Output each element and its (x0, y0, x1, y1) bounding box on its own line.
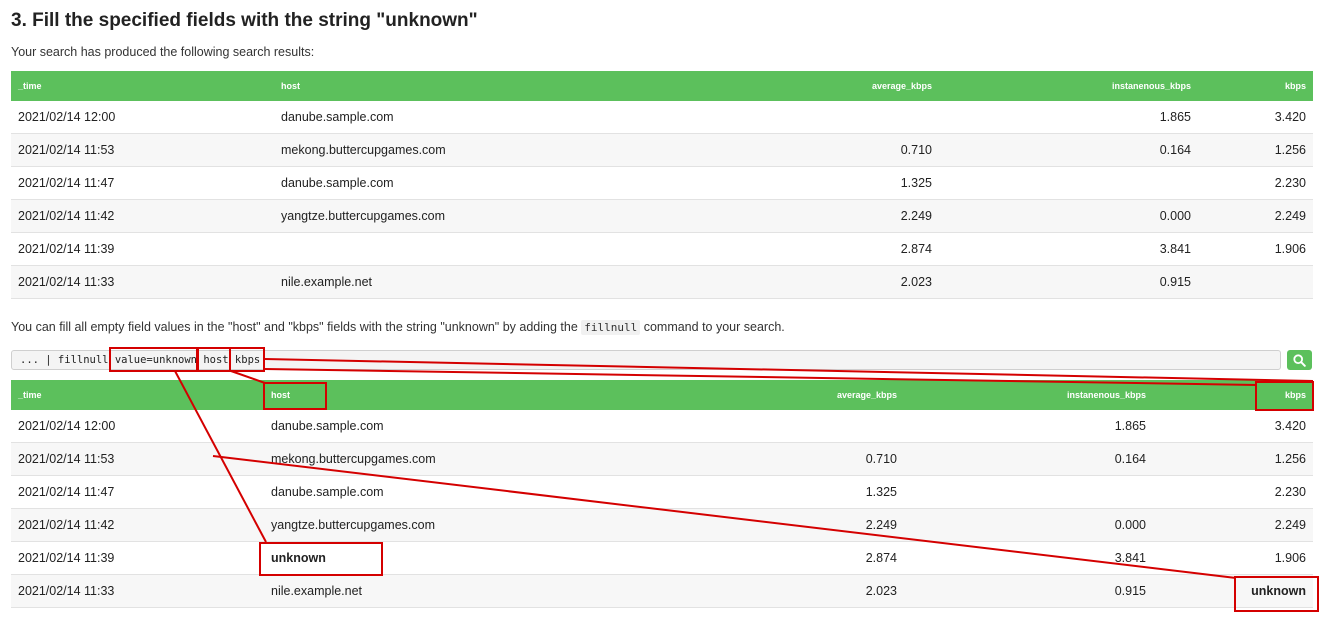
cell-time: 2021/02/14 11:39 (11, 541, 264, 575)
table-row: 2021/02/14 11:33 nile.example.net 2.023 0.9… (11, 574, 1313, 608)
cell-average-kbps: 2.874 (577, 232, 939, 266)
cell-instanenous-kbps: 3.841 (939, 232, 1198, 266)
cell-average-kbps: 2.249 (542, 508, 904, 542)
column-header-average-kbps[interactable]: average_kbps (577, 71, 939, 101)
cell-kbps: unknown (1153, 574, 1313, 608)
cell-host: mekong.buttercupgames.com (274, 133, 577, 167)
cell-instanenous-kbps: 0.000 (904, 508, 1153, 542)
cell-kbps: 1.256 (1198, 133, 1313, 167)
cell-time: 2021/02/14 11:33 (11, 265, 274, 299)
column-header-host[interactable]: host (274, 71, 577, 101)
cell-instanenous-kbps: 0.164 (939, 133, 1198, 167)
column-header-kbps[interactable]: kbps (1198, 71, 1313, 101)
table-row: 2021/02/14 11:42 yangtze.buttercupgames.c… (11, 199, 1313, 233)
results-table-after: _time host average_kbps instanenous_kbps… (11, 380, 1313, 608)
column-header-time[interactable]: _time (11, 71, 274, 101)
table-row: 2021/02/14 11:33 nile.example.net 2.023 0.9… (11, 265, 1313, 299)
cell-time: 2021/02/14 11:53 (11, 442, 264, 476)
results-table-before: _time host average_kbps instanenous_kbps… (11, 71, 1313, 299)
cell-instanenous-kbps: 3.841 (904, 541, 1153, 575)
cell-average-kbps: 2.023 (577, 265, 939, 299)
cell-time: 2021/02/14 12:00 (11, 410, 264, 443)
cell-host: danube.sample.com (264, 410, 542, 443)
column-header-kbps[interactable]: kbps (1153, 380, 1313, 410)
cell-kbps: 2.230 (1153, 475, 1313, 509)
section-title: 3. Fill the specified fields with the st… (11, 10, 478, 31)
table-header-row: _time host average_kbps instanenous_kbps… (11, 380, 1313, 410)
cell-time: 2021/02/14 11:33 (11, 574, 264, 608)
cell-time: 2021/02/14 11:47 (11, 475, 264, 509)
cell-time: 2021/02/14 11:39 (11, 232, 274, 266)
cell-host: unknown (264, 541, 542, 575)
table-row: 2021/02/14 11:53 mekong.buttercupgames.co… (11, 442, 1313, 476)
cell-kbps: 1.906 (1198, 232, 1313, 266)
cell-time: 2021/02/14 12:00 (11, 101, 274, 134)
cell-host (274, 232, 577, 266)
cell-time: 2021/02/14 11:47 (11, 166, 274, 200)
cell-kbps: 3.420 (1153, 410, 1313, 443)
cell-host: danube.sample.com (274, 166, 577, 200)
magnifier-icon (1293, 354, 1306, 367)
cell-kbps: 2.230 (1198, 166, 1313, 200)
cell-kbps: 1.906 (1153, 541, 1313, 575)
cell-average-kbps: 0.710 (542, 442, 904, 476)
cell-average-kbps: 2.023 (542, 574, 904, 608)
table-header-row: _time host average_kbps instanenous_kbps… (11, 71, 1313, 101)
cell-host: yangtze.buttercupgames.com (274, 199, 577, 233)
cell-average-kbps (577, 101, 939, 134)
column-header-time[interactable]: _time (11, 380, 264, 410)
column-header-instanenous-kbps[interactable]: instanenous_kbps (904, 380, 1153, 410)
table-row: 2021/02/14 11:53 mekong.buttercupgames.co… (11, 133, 1313, 167)
cell-host: nile.example.net (274, 265, 577, 299)
cell-kbps: 2.249 (1198, 199, 1313, 233)
description-tail: command to your search. (640, 320, 785, 334)
table-row: 2021/02/14 11:42 yangtze.buttercupgames.c… (11, 508, 1313, 542)
table-body: 2021/02/14 12:00 danube.sample.com 1.865 3.… (11, 101, 1313, 299)
cell-average-kbps: 1.325 (577, 166, 939, 200)
command-code: fillnull (581, 320, 641, 335)
cell-average-kbps: 2.874 (542, 541, 904, 575)
cell-kbps: 1.256 (1153, 442, 1313, 476)
cell-time: 2021/02/14 11:53 (11, 133, 274, 167)
cell-average-kbps: 1.325 (542, 475, 904, 509)
column-header-host[interactable]: host (264, 380, 542, 410)
cell-time: 2021/02/14 11:42 (11, 199, 274, 233)
search-button[interactable] (1287, 350, 1312, 370)
cell-instanenous-kbps (939, 166, 1198, 200)
cell-average-kbps: 0.710 (577, 133, 939, 167)
table-row: 2021/02/14 11:47 danube.sample.com 1.325 2.… (11, 166, 1313, 200)
description-text: You can fill all empty field values in t… (11, 320, 785, 335)
cell-instanenous-kbps: 0.000 (939, 199, 1198, 233)
cell-instanenous-kbps: 0.164 (904, 442, 1153, 476)
cell-kbps: 2.249 (1153, 508, 1313, 542)
table-row: 2021/02/14 12:00 danube.sample.com 1.865 3.… (11, 410, 1313, 443)
column-header-instanenous-kbps[interactable]: instanenous_kbps (939, 71, 1198, 101)
intro-text: Your search has produced the following s… (11, 45, 315, 59)
table-row: 2021/02/14 11:47 danube.sample.com 1.325 2.… (11, 475, 1313, 509)
cell-host: yangtze.buttercupgames.com (264, 508, 542, 542)
table-body: 2021/02/14 12:00 danube.sample.com 1.865 3.… (11, 410, 1313, 608)
cell-instanenous-kbps: 0.915 (904, 574, 1153, 608)
cell-host: danube.sample.com (264, 475, 542, 509)
column-header-average-kbps[interactable]: average_kbps (542, 380, 904, 410)
search-input[interactable]: ... | fillnull value=unknown host kbps (11, 350, 1281, 370)
cell-average-kbps: 2.249 (577, 199, 939, 233)
cell-host: nile.example.net (264, 574, 542, 608)
cell-kbps: 3.420 (1198, 101, 1313, 134)
cell-instanenous-kbps: 0.915 (939, 265, 1198, 299)
description-lead: You can fill all empty field values in t… (11, 320, 582, 334)
cell-host: mekong.buttercupgames.com (264, 442, 542, 476)
cell-host: danube.sample.com (274, 101, 577, 134)
table-row: 2021/02/14 11:39 unknown 2.874 3.841 1.906 (11, 541, 1313, 575)
table-row: 2021/02/14 12:00 danube.sample.com 1.865 3.… (11, 101, 1313, 134)
cell-instanenous-kbps: 1.865 (904, 410, 1153, 443)
cell-time: 2021/02/14 11:42 (11, 508, 264, 542)
table-row: 2021/02/14 11:39 2.874 3.841 1.906 (11, 232, 1313, 266)
cell-average-kbps (542, 410, 904, 443)
cell-instanenous-kbps (904, 475, 1153, 509)
cell-instanenous-kbps: 1.865 (939, 101, 1198, 134)
cell-kbps (1198, 265, 1313, 299)
